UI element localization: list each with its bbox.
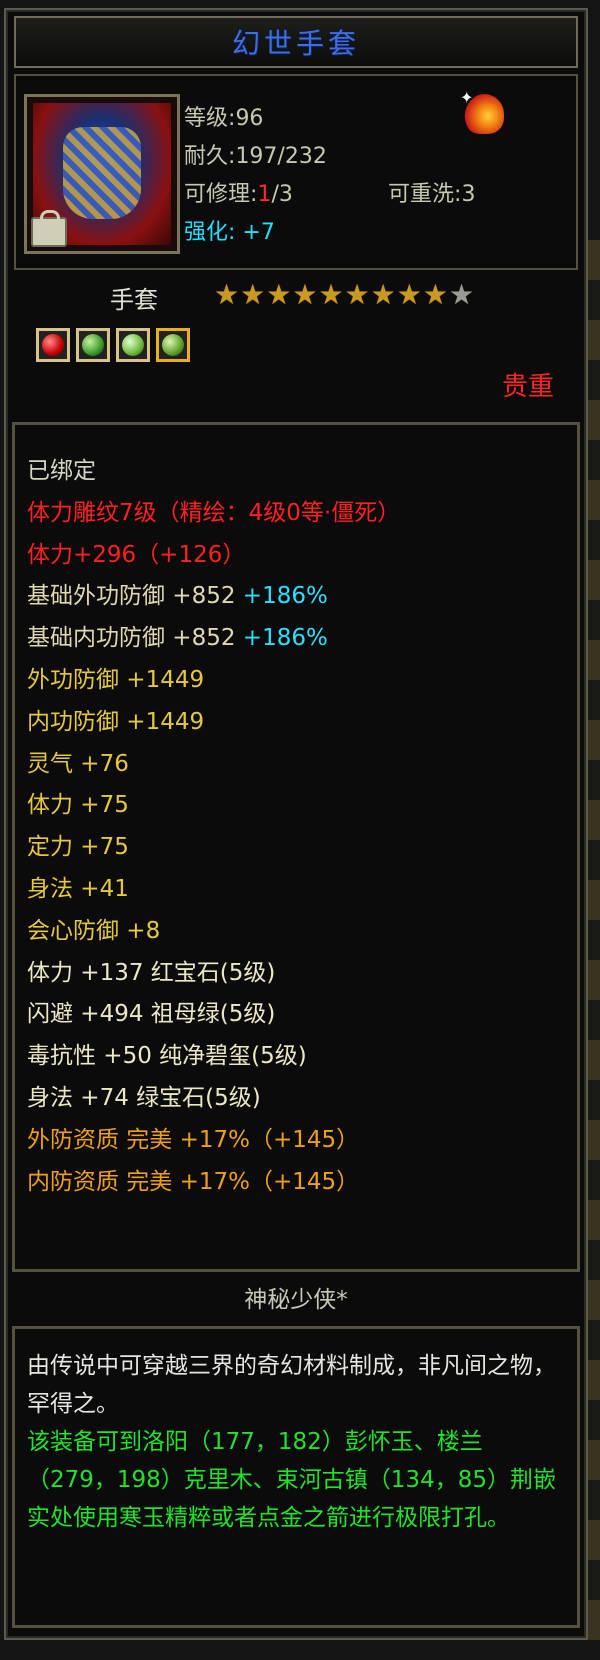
description: 由传说中可穿越三界的奇幻材料制成，非凡间之物，罕得之。 该装备可到洛阳（177，… xyxy=(27,1347,567,1537)
property-line: 内防资质 完美 +17%（+145） xyxy=(27,1168,360,1195)
rarity-label: 贵重 xyxy=(501,372,554,402)
property-line: 内功防御 +1449 xyxy=(27,708,205,735)
property-line: 体力+296（+126） xyxy=(27,541,246,568)
property-line: 会心防御 +8 xyxy=(27,917,161,944)
title-bar: 幻世手套 xyxy=(14,16,578,68)
property-line: 外功防御 +1449 xyxy=(27,666,205,693)
property-line: 灵气 +76 xyxy=(27,750,129,777)
ruby-gem-icon xyxy=(36,328,70,362)
level-stat: 等级:96 xyxy=(184,106,264,131)
property-line: 闪避 +494 祖母绿(5级) xyxy=(27,1001,276,1028)
property-line: 基础内功防御 +852 +186% xyxy=(27,625,328,652)
item-tooltip: 幻世手套 等级:96 耐久:197/232 可修理:1/3 可重洗:3 强化: … xyxy=(4,8,588,1640)
property-line: 体力 +137 红宝石(5级) xyxy=(27,959,276,986)
property-line: 身法 +41 xyxy=(27,875,129,902)
maker-name: 神秘少侠* xyxy=(244,1287,348,1313)
background-window-edge xyxy=(588,240,600,1640)
enhance-stat: 强化: +7 xyxy=(184,220,275,245)
star-filled-icon: ★ xyxy=(396,278,422,311)
star-filled-icon: ★ xyxy=(344,278,370,311)
property-line: 体力 +75 xyxy=(27,792,129,819)
star-filled-icon: ★ xyxy=(318,278,344,311)
star-filled-icon: ★ xyxy=(266,278,292,311)
star-filled-icon: ★ xyxy=(422,278,448,311)
repair-stat: 可修理:1/3 xyxy=(184,182,293,207)
item-header-panel: 等级:96 耐久:197/232 可修理:1/3 可重洗:3 强化: +7 xyxy=(14,74,578,270)
item-name: 幻世手套 xyxy=(231,27,360,60)
durability-stat: 耐久:197/232 xyxy=(184,144,327,169)
star-filled-icon: ★ xyxy=(370,278,396,311)
item-summary-panel: 手套 ★ ★ ★ ★ ★ ★ ★ ★ ★ ★ 贵重 xyxy=(14,272,578,418)
properties-panel: 已绑定体力雕纹7级（精绘：4级0等·僵死） 体力+296（+126） 基础外功防御 … xyxy=(12,422,580,1272)
item-icon-frame[interactable] xyxy=(24,94,180,254)
item-type: 手套 xyxy=(110,286,158,314)
property-line: 定力 +75 xyxy=(27,834,129,861)
description-panel: 由传说中可穿越三界的奇幻材料制成，非凡间之物，罕得之。 该装备可到洛阳（177，… xyxy=(12,1326,580,1628)
star-filled-icon: ★ xyxy=(292,278,318,311)
green-gem-icon xyxy=(156,328,190,362)
properties-list: 已绑定体力雕纹7级（精绘：4级0等·僵死） 体力+296（+126） 基础外功防御 … xyxy=(27,451,400,1203)
gem-slots xyxy=(36,328,190,362)
rewash-stat: 可重洗:3 xyxy=(388,182,476,207)
star-rating: ★ ★ ★ ★ ★ ★ ★ ★ ★ ★ xyxy=(214,280,474,310)
emerald-gem-icon xyxy=(76,328,110,362)
property-line: 已绑定 xyxy=(27,458,96,484)
property-line: 基础外功防御 +852 +186% xyxy=(27,583,328,610)
star-empty-icon: ★ xyxy=(448,278,475,311)
property-line: 毒抗性 +50 纯净碧玺(5级) xyxy=(27,1043,307,1070)
lore-text: 由传说中可穿越三界的奇幻材料制成，非凡间之物，罕得之。 xyxy=(27,1353,556,1417)
property-line: 身法 +74 绿宝石(5级) xyxy=(27,1084,261,1111)
property-line: 外防资质 完美 +17%（+145） xyxy=(27,1126,360,1153)
jade-gem-icon xyxy=(116,328,150,362)
property-line: 体力雕纹7级（精绘：4级0等·僵死） xyxy=(27,499,401,526)
flame-icon xyxy=(460,88,504,134)
lock-icon xyxy=(31,210,67,247)
star-filled-icon: ★ xyxy=(240,278,266,311)
socket-hint-text: 该装备可到洛阳（177，182）彭怀玉、楼兰（279，198）克里木、束河古镇（… xyxy=(27,1429,556,1531)
star-filled-icon: ★ xyxy=(214,278,240,311)
